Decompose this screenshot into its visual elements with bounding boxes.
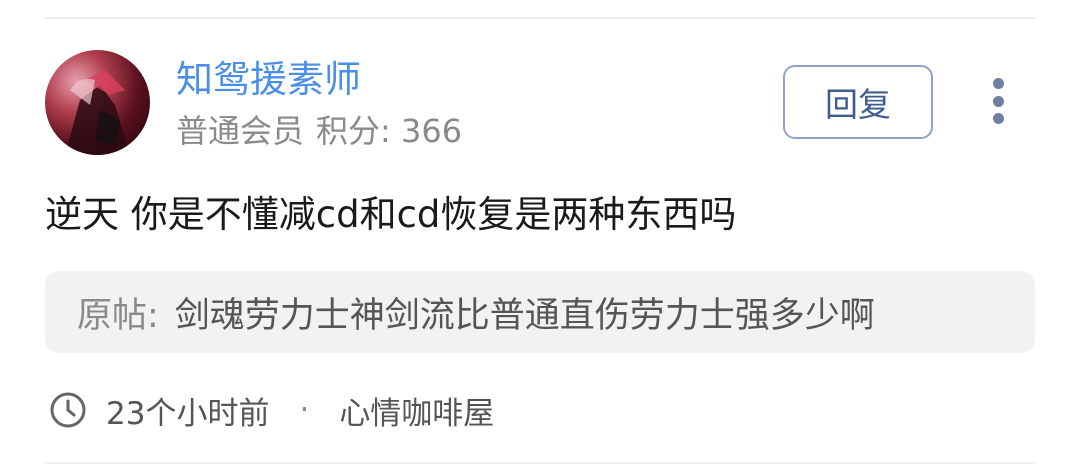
post-meta: 23个小时前 · 心情咖啡屋 xyxy=(48,388,494,432)
member-info: 普通会员 积分: 366 xyxy=(176,110,474,152)
top-divider xyxy=(45,17,1035,19)
clock-icon xyxy=(50,392,86,428)
avatar[interactable] xyxy=(45,50,150,155)
post-time: 23个小时前 xyxy=(106,395,270,432)
avatar-image xyxy=(65,70,130,155)
quoted-post[interactable]: 原帖: 剑魂劳力士神剑流比普通直伤劳力士强多少啊 xyxy=(45,271,1035,353)
bottom-divider xyxy=(45,462,1035,464)
quote-label: 原帖: xyxy=(77,295,159,336)
reply-button[interactable]: 回复 xyxy=(783,65,933,139)
meta-separator: · xyxy=(299,392,310,428)
member-points: 积分: 366 xyxy=(316,112,463,150)
board-name[interactable]: 心情咖啡屋 xyxy=(339,388,494,433)
post-content: 逆天 你是不懂减cd和cd恢复是两种东西吗 xyxy=(45,193,737,236)
quote-text: 剑魂劳力士神剑流比普通直伤劳力士强多少啊 xyxy=(174,295,875,336)
username[interactable]: 知鸳援素师 xyxy=(176,56,361,104)
more-options-icon[interactable] xyxy=(985,78,1011,124)
member-level: 普通会员 xyxy=(176,112,305,150)
